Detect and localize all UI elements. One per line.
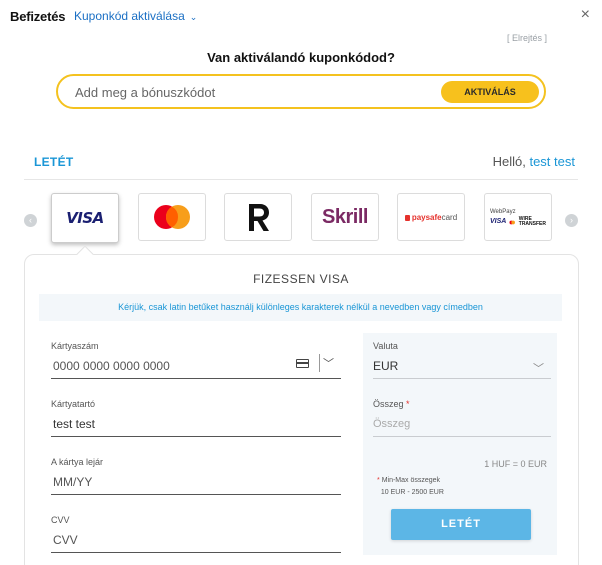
expiry-field: A kártya lejár MM/YY [51, 457, 341, 495]
currency-label: Valuta [373, 341, 398, 351]
method-visa[interactable]: VISA [51, 193, 119, 243]
page-title: Befizetés [10, 9, 66, 24]
psc-text-a: paysafe [411, 212, 442, 222]
transfer-label: TRANSFER [518, 221, 546, 227]
min-max-range: 10 EUR - 2500 EUR [380, 489, 444, 496]
amount-label-text: Összeg [373, 399, 404, 409]
webpayz-wire-text: WIRE TRANSFER [519, 217, 546, 227]
paysafecard-icon: paysafecard [404, 212, 458, 222]
card-number-underline [51, 378, 341, 379]
amount-input[interactable]: Összeg [373, 418, 410, 430]
close-icon[interactable]: × [581, 7, 590, 23]
username-link[interactable]: test test [529, 154, 575, 169]
required-marker: * [377, 477, 380, 484]
cvv-field: CVV CVV [51, 515, 341, 553]
cvv-input[interactable]: CVV [53, 533, 78, 547]
greeting-label: Helló, [492, 154, 526, 169]
divider [24, 179, 578, 180]
activate-coupon-button[interactable]: AKTIVÁLÁS [441, 81, 539, 103]
coupon-heading: Van aktiválandó kuponkódod? [207, 50, 395, 65]
carousel-next-icon[interactable]: › [565, 214, 578, 227]
credit-card-icon[interactable] [296, 359, 309, 368]
min-max-title: Min-Max összegek [381, 477, 441, 484]
card-number-input[interactable]: 0000 0000 0000 0000 [53, 359, 170, 373]
coupon-code-input[interactable]: Add meg a bónuszkódot [75, 85, 215, 100]
latin-characters-notice: Kérjük, csak latin betűket használj külö… [39, 294, 562, 321]
psc-text-b: card [441, 212, 458, 222]
method-skrill[interactable]: Skrill [311, 193, 379, 241]
payment-form-title: FIZESSEN VISA [253, 272, 349, 286]
greeting: Helló, test test [493, 154, 575, 169]
deposit-submit-button[interactable]: LETÉT [391, 509, 531, 540]
coupon-toggle-label: Kuponkód aktiválása [74, 9, 185, 23]
currency-underline [373, 378, 551, 379]
amount-underline [373, 436, 551, 437]
webpayz-visa-text: VISA [490, 218, 507, 225]
header-bar: Befizetés Kuponkód aktiválása ⌄ × [0, 0, 602, 34]
webpayz-icon: WebPayz VISA WIRE TRANSFER [490, 207, 546, 227]
mini-mastercard-icon [509, 220, 516, 224]
method-revolut[interactable] [224, 193, 292, 241]
expiry-underline [51, 494, 341, 495]
card-number-field: Kártyaszám 0000 0000 0000 0000 ﹀ [51, 341, 341, 379]
currency-select[interactable]: EUR [373, 359, 398, 373]
method-mastercard[interactable] [138, 193, 206, 241]
method-paysafecard[interactable]: paysafecard [397, 193, 465, 241]
coupon-toggle-link[interactable]: Kuponkód aktiválása ⌄ [74, 9, 197, 23]
expiry-label: A kártya lejár [51, 457, 104, 467]
revolut-icon [249, 204, 269, 231]
card-holder-field: Kártyatartó test test [51, 399, 341, 437]
amount-sidebar: Valuta EUR ﹀ Összeg * Összeg 1 HUF = 0 E… [363, 333, 557, 555]
coupon-input-bar: Add meg a bónuszkódot AKTIVÁLÁS [56, 74, 546, 109]
amount-label: Összeg * [373, 399, 410, 409]
card-number-label: Kártyaszám [51, 341, 99, 351]
tab-deposit[interactable]: LETÉT [34, 155, 74, 169]
chevron-down-icon[interactable]: ﹀ [323, 355, 334, 371]
webpayz-logos-row: VISA WIRE TRANSFER [490, 217, 546, 227]
exchange-rate: 1 HUF = 0 EUR [484, 459, 547, 469]
required-marker: * [406, 399, 410, 409]
skrill-icon: Skrill [322, 205, 368, 228]
card-holder-input[interactable]: test test [53, 417, 95, 431]
separator [319, 354, 320, 372]
hide-coupon-link[interactable]: [ Elrejtés ] [507, 33, 547, 43]
visa-icon: VISA [66, 209, 104, 227]
cvv-label: CVV [51, 515, 70, 525]
chevron-down-icon[interactable]: ﹀ [533, 360, 544, 376]
min-max-info: * Min-Max összegek 10 EUR - 2500 EUR [377, 475, 444, 499]
expiry-input[interactable]: MM/YY [53, 475, 92, 489]
card-holder-label: Kártyatartó [51, 399, 96, 409]
cvv-underline [51, 552, 341, 553]
lock-icon [404, 214, 410, 221]
carousel-prev-icon[interactable]: ‹ [24, 214, 37, 227]
card-holder-underline [51, 436, 341, 437]
chevron-down-icon: ⌄ [189, 12, 198, 22]
mastercard-icon [154, 205, 190, 229]
method-webpayz[interactable]: WebPayz VISA WIRE TRANSFER [484, 193, 552, 241]
